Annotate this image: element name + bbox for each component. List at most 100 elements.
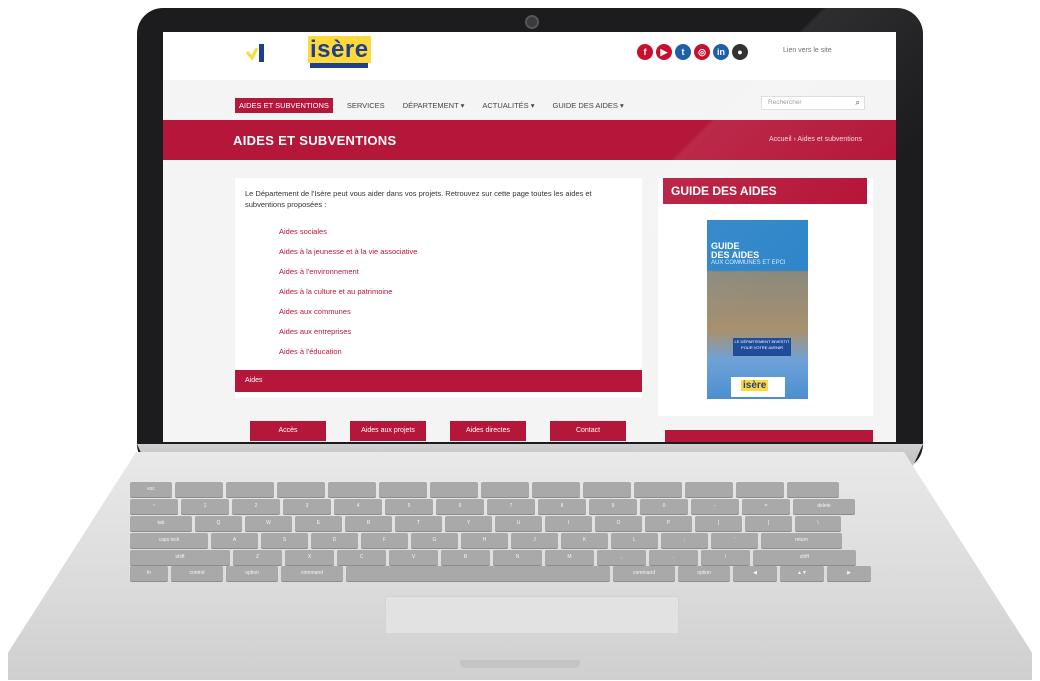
flickr-icon[interactable]: ● xyxy=(732,44,748,60)
key: J xyxy=(511,533,558,548)
main-nav: AIDES ET SUBVENTIONS SERVICES DÉPARTEMEN… xyxy=(235,98,628,113)
key xyxy=(277,482,325,497)
key: Y xyxy=(445,516,492,531)
key: esc xyxy=(130,482,172,497)
search-input[interactable]: Rechercher ⌕ xyxy=(761,96,865,110)
key: command xyxy=(281,566,343,581)
list-item[interactable]: Aides sociales xyxy=(279,226,417,246)
social-links: f ▶ t ◎ in ● xyxy=(637,44,748,60)
key: command xyxy=(613,566,675,581)
key xyxy=(430,482,478,497)
key xyxy=(226,482,274,497)
key: O xyxy=(595,516,642,531)
key xyxy=(583,482,631,497)
key: ; xyxy=(661,533,708,548)
linkedin-icon[interactable]: in xyxy=(713,44,729,60)
youtube-icon[interactable]: ▶ xyxy=(656,44,672,60)
nav-item-services[interactable]: SERVICES xyxy=(343,98,389,113)
keyboard-row-6: fn control option command command option… xyxy=(130,566,871,581)
key: T xyxy=(395,516,442,531)
content-card: Le Département de l'Isère peut vous aide… xyxy=(235,178,642,398)
key: [ xyxy=(695,516,742,531)
key: H xyxy=(461,533,508,548)
key: 4 xyxy=(334,499,382,514)
key xyxy=(685,482,733,497)
key: delete xyxy=(793,499,855,514)
key: N xyxy=(493,550,542,565)
guide-cover-image[interactable]: GUIDE DES AIDES AUX COMMUNES ET EPCI LE … xyxy=(707,220,808,399)
key xyxy=(175,482,223,497)
sidebar-title: GUIDE DES AIDES xyxy=(663,178,867,204)
isere-logo[interactable]: isère xyxy=(308,36,371,64)
key: \ xyxy=(795,516,841,531)
key: 3 xyxy=(283,499,331,514)
list-item[interactable]: Aides à l'environnement xyxy=(279,266,417,286)
key: C xyxy=(337,550,386,565)
sidebar-guide: GUIDE DES AIDES GUIDE DES AIDES AUX COMM… xyxy=(658,178,873,416)
key: / xyxy=(701,550,750,565)
nav-item-departement[interactable]: DÉPARTEMENT ▾ xyxy=(399,98,469,113)
key: X xyxy=(285,550,334,565)
key: L xyxy=(611,533,658,548)
key: ◀ xyxy=(733,566,777,581)
facebook-icon[interactable]: f xyxy=(637,44,653,60)
section-header: Aides xyxy=(235,370,642,392)
key: P xyxy=(645,516,692,531)
key xyxy=(379,482,427,497)
search-icon[interactable]: ⌕ xyxy=(856,97,860,109)
keyboard-row-5: shift Z X C V B N M , . / shift xyxy=(130,550,856,565)
key: 2 xyxy=(232,499,280,514)
instagram-icon[interactable]: ◎ xyxy=(694,44,710,60)
keyboard: esc ~ 1 2 3 4 5 6 7 8 9 0 - = delete tab… xyxy=(130,482,915,581)
twitter-icon[interactable]: t xyxy=(675,44,691,60)
key: 0 xyxy=(640,499,688,514)
screen: isère f ▶ t ◎ in ● Lien vers le site AID… xyxy=(163,32,896,442)
key: A xyxy=(211,533,258,548)
key: . xyxy=(649,550,698,565)
key: shift xyxy=(753,550,856,565)
key: tab xyxy=(130,516,192,531)
page-banner: AIDES ET SUBVENTIONS Accueil › Aides et … xyxy=(163,120,896,160)
key: Z xyxy=(233,550,282,565)
key: Q xyxy=(195,516,242,531)
cover-subtitle: AUX COMMUNES ET EPCI xyxy=(711,260,786,266)
access-button[interactable]: Accès xyxy=(250,421,326,441)
top-link[interactable]: Lien vers le site xyxy=(783,47,832,54)
key xyxy=(634,482,682,497)
list-item[interactable]: Aides à l'éducation xyxy=(279,346,417,366)
base-lip xyxy=(460,660,580,668)
key xyxy=(328,482,376,497)
key: K xyxy=(561,533,608,548)
cover-logo: isère xyxy=(741,380,769,391)
key: return xyxy=(761,533,842,548)
nav-item-actualites[interactable]: ACTUALITÉS ▾ xyxy=(478,98,538,113)
list-item[interactable]: Aides aux communes xyxy=(279,306,417,326)
direct-aid-button[interactable]: Aides directes xyxy=(450,421,526,441)
cover-band: LE DÉPARTEMENT INVESTIT POUR VOTRE AVENI… xyxy=(733,338,791,356)
key: E xyxy=(295,516,342,531)
list-item[interactable]: Aides à la culture et au patrimoine xyxy=(279,286,417,306)
key: F xyxy=(361,533,408,548)
contact-button[interactable]: Contact xyxy=(550,421,626,441)
list-item[interactable]: Aides aux entreprises xyxy=(279,326,417,346)
trackpad xyxy=(385,596,679,634)
key: W xyxy=(245,516,292,531)
key: S xyxy=(261,533,308,548)
intro-text: Le Département de l'Isère peut vous aide… xyxy=(245,189,592,209)
breadcrumb[interactable]: Accueil › Aides et subventions xyxy=(769,136,862,143)
key xyxy=(736,482,784,497)
site-header: isère f ▶ t ◎ in ● Lien vers le site xyxy=(163,32,896,80)
webcam-icon xyxy=(525,15,539,29)
key: caps lock xyxy=(130,533,208,548)
nav-item-aides[interactable]: AIDES ET SUBVENTIONS xyxy=(235,98,333,113)
key: ' xyxy=(711,533,758,548)
key: option xyxy=(678,566,730,581)
nav-item-guide[interactable]: GUIDE DES AIDES ▾ xyxy=(549,98,628,113)
key: = xyxy=(742,499,790,514)
key: D xyxy=(311,533,358,548)
key: V xyxy=(389,550,438,565)
logo-band xyxy=(310,63,368,68)
project-aid-button[interactable]: Aides aux projets xyxy=(350,421,426,441)
key: 9 xyxy=(589,499,637,514)
list-item[interactable]: Aides à la jeunesse et à la vie associat… xyxy=(279,246,417,266)
